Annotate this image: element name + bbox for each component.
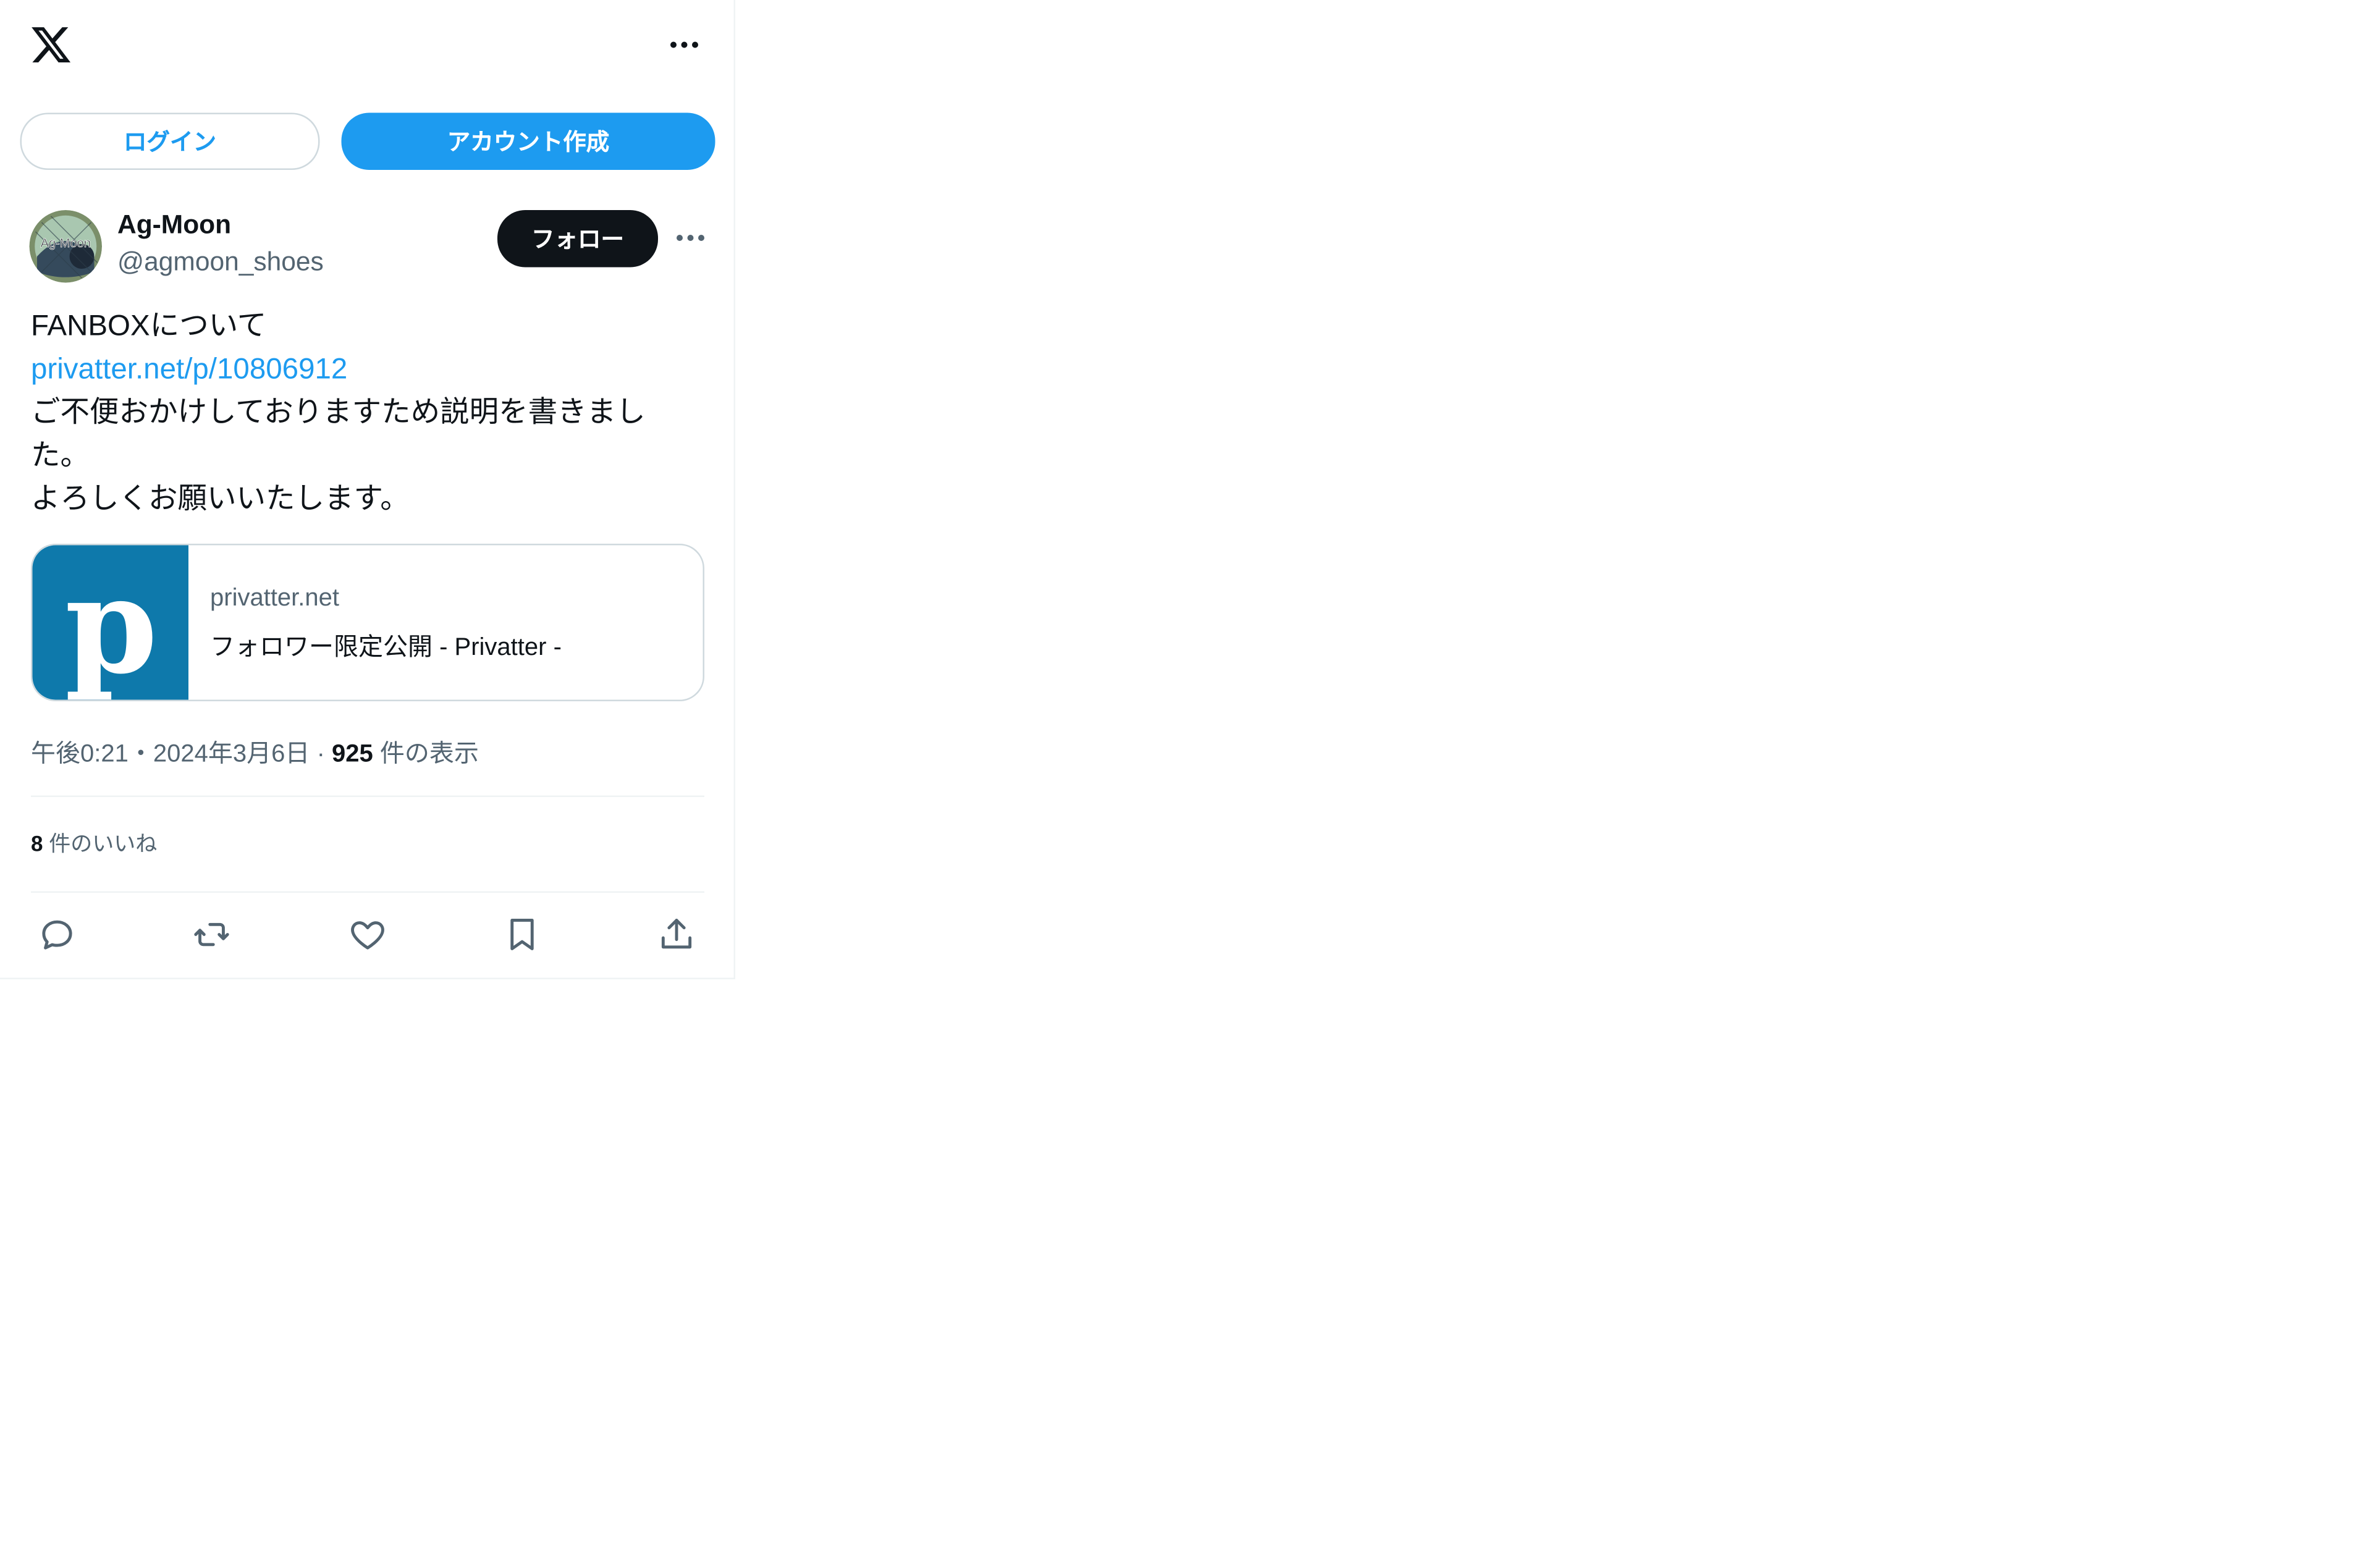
svg-text:p: p (65, 547, 158, 700)
tweet-text-line: よろしくお願いいたします。 (31, 483, 410, 517)
likes-count[interactable]: 8 件のいいね (31, 828, 157, 859)
tweet-text: FANBOXについて privatter.net/p/10806912 ご不便お… (31, 306, 711, 522)
login-button[interactable]: ログイン (20, 112, 320, 170)
author-handle[interactable]: @agmoon_shoes (117, 247, 324, 278)
tweet-text-line: FANBOXについて (31, 310, 267, 344)
tweet-date[interactable]: 2024年3月6日 (153, 741, 310, 768)
tweet-text-line: ご不便おかけしておりますため説明を書きまし (31, 397, 646, 430)
likes-label: 件のいいね (49, 831, 158, 856)
card-domain: privatter.net (210, 585, 340, 612)
bookmark-icon[interactable] (502, 914, 542, 955)
divider (31, 795, 704, 797)
like-icon[interactable] (348, 914, 388, 955)
follow-button[interactable]: フォロー (497, 210, 658, 268)
avatar[interactable]: Ag-Moon (29, 210, 102, 283)
views-label: 件の表示 (379, 741, 479, 768)
create-account-button[interactable]: アカウント作成 (341, 112, 715, 170)
tweet-link[interactable]: privatter.net/p/10806912 (31, 349, 711, 392)
tweet-text-line: た。 (31, 440, 90, 473)
tweet-meta: 午後0:21・2024年3月6日 · 925 件の表示 (31, 732, 479, 769)
separator: ・ (128, 741, 153, 768)
share-icon[interactable] (657, 914, 697, 955)
tweet-column: ログイン アカウント作成 Ag-Moon Ag-Moon @agmoon_sho… (0, 0, 735, 979)
likes-number: 8 (31, 831, 43, 856)
tweet-more-icon[interactable] (673, 227, 707, 249)
retweet-icon[interactable] (192, 914, 232, 955)
avatar-text: Ag-Moon (41, 237, 91, 250)
tweet-time[interactable]: 午後0:21 (31, 741, 129, 768)
link-preview-card[interactable]: p privatter.net フォロワー限定公開 - Privatter - (31, 544, 704, 701)
author-name[interactable]: Ag-Moon (117, 210, 231, 241)
card-title: フォロワー限定公開 - Privatter - (210, 635, 562, 662)
reply-icon[interactable] (37, 914, 77, 955)
more-horizontal-icon[interactable] (667, 34, 701, 56)
divider (31, 891, 704, 893)
views-count: 925 (332, 741, 373, 768)
x-logo-icon[interactable] (30, 23, 73, 67)
privatter-logo-icon: p (32, 545, 188, 700)
separator: · (316, 741, 325, 768)
